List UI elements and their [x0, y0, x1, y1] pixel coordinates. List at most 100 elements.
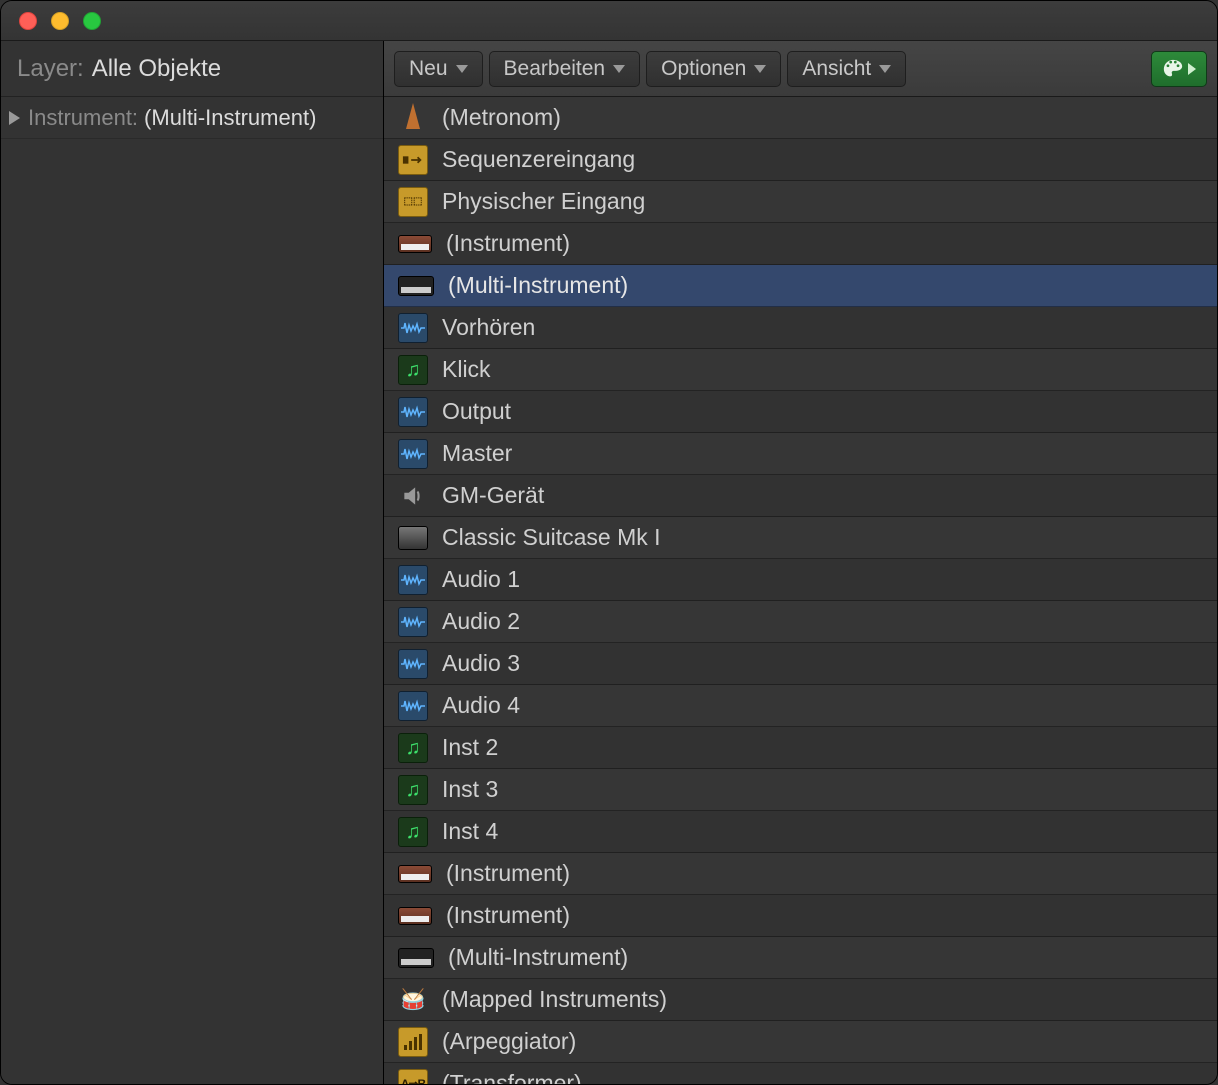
- music-note-icon: ♫: [398, 355, 428, 385]
- list-item[interactable]: (Arpeggiator): [384, 1021, 1217, 1063]
- instrument-value: (Multi-Instrument): [144, 105, 316, 131]
- list-item[interactable]: 🥁 (Mapped Instruments): [384, 979, 1217, 1021]
- list-item[interactable]: ♫ Inst 3: [384, 769, 1217, 811]
- window-traffic-lights: [19, 12, 101, 30]
- chevron-down-icon: [879, 65, 891, 73]
- list-item-label: GM-Gerät: [442, 482, 544, 509]
- list-item[interactable]: Audio 2: [384, 601, 1217, 643]
- list-item-label: (Instrument): [446, 230, 570, 257]
- electric-piano-icon: [398, 526, 428, 550]
- chevron-down-icon: [456, 65, 468, 73]
- list-item[interactable]: Output: [384, 391, 1217, 433]
- chevron-right-icon: [1188, 63, 1196, 75]
- options-menu-button[interactable]: Optionen: [646, 51, 781, 87]
- multi-instrument-icon: [398, 276, 434, 296]
- list-item-label: Klick: [442, 356, 491, 383]
- titlebar: [1, 1, 1217, 41]
- list-item-label: Classic Suitcase Mk I: [442, 524, 661, 551]
- environment-window: Layer: Alle Objekte Instrument: (Multi-I…: [0, 0, 1218, 1085]
- multi-instrument-icon: [398, 948, 434, 968]
- content-area: Layer: Alle Objekte Instrument: (Multi-I…: [1, 41, 1217, 1084]
- list-item-label: Inst 3: [442, 776, 498, 803]
- new-menu-label: Neu: [409, 57, 448, 81]
- list-item-label: (Multi-Instrument): [448, 944, 628, 971]
- audio-waveform-icon: [398, 397, 428, 427]
- inspector-sidebar: Layer: Alle Objekte Instrument: (Multi-I…: [1, 41, 384, 1084]
- view-menu-button[interactable]: Ansicht: [787, 51, 906, 87]
- list-item-label: Inst 2: [442, 734, 498, 761]
- arpeggiator-icon: [398, 1027, 428, 1057]
- keyboard-instrument-icon: [398, 235, 432, 253]
- list-item[interactable]: Classic Suitcase Mk I: [384, 517, 1217, 559]
- audio-waveform-icon: [398, 565, 428, 595]
- list-item-label: (Multi-Instrument): [448, 272, 628, 299]
- color-palette-button[interactable]: [1151, 51, 1207, 87]
- list-item-label: Vorhören: [442, 314, 535, 341]
- list-item[interactable]: (Metronom): [384, 97, 1217, 139]
- list-item-label: (Transformer): [442, 1070, 582, 1084]
- list-item-label: Audio 4: [442, 692, 520, 719]
- list-item[interactable]: GM-Gerät: [384, 475, 1217, 517]
- audio-waveform-icon: [398, 313, 428, 343]
- list-item[interactable]: Audio 4: [384, 685, 1217, 727]
- music-note-icon: ♫: [398, 733, 428, 763]
- instrument-disclosure-row[interactable]: Instrument: (Multi-Instrument): [1, 97, 383, 139]
- list-item-label: Audio 3: [442, 650, 520, 677]
- layer-label: Layer:: [17, 55, 84, 83]
- instrument-label: Instrument:: [28, 105, 138, 131]
- list-item[interactable]: ♫ Klick: [384, 349, 1217, 391]
- edit-menu-label: Bearbeiten: [504, 57, 606, 81]
- list-item[interactable]: ♫ Inst 2: [384, 727, 1217, 769]
- metronome-icon: [398, 103, 428, 133]
- list-item[interactable]: ⬚⬚ Physischer Eingang: [384, 181, 1217, 223]
- chevron-down-icon: [754, 65, 766, 73]
- chevron-down-icon: [613, 65, 625, 73]
- audio-waveform-icon: [398, 439, 428, 469]
- list-item[interactable]: (Instrument): [384, 853, 1217, 895]
- list-item[interactable]: Audio 1: [384, 559, 1217, 601]
- options-menu-label: Optionen: [661, 57, 746, 81]
- list-item-label: (Instrument): [446, 902, 570, 929]
- disclosure-triangle-icon[interactable]: [9, 111, 20, 125]
- palette-icon: [1162, 58, 1184, 80]
- list-item[interactable]: (Instrument): [384, 895, 1217, 937]
- window-minimize-button[interactable]: [51, 12, 69, 30]
- keyboard-instrument-icon: [398, 865, 432, 883]
- list-item-label: Audio 2: [442, 608, 520, 635]
- list-item-label: (Instrument): [446, 860, 570, 887]
- list-item-label: Sequenzereingang: [442, 146, 635, 173]
- audio-waveform-icon: [398, 649, 428, 679]
- object-list[interactable]: (Metronom) Sequenzereingang ⬚⬚ Physischer E…: [384, 97, 1217, 1084]
- window-maximize-button[interactable]: [83, 12, 101, 30]
- list-item[interactable]: Vorhören: [384, 307, 1217, 349]
- edit-menu-button[interactable]: Bearbeiten: [489, 51, 641, 87]
- list-item-label: (Mapped Instruments): [442, 986, 667, 1013]
- speaker-icon: [398, 481, 428, 511]
- audio-waveform-icon: [398, 691, 428, 721]
- list-item[interactable]: (Instrument): [384, 223, 1217, 265]
- list-item[interactable]: Sequenzereingang: [384, 139, 1217, 181]
- physical-input-icon: ⬚⬚: [398, 187, 428, 217]
- music-note-icon: ♫: [398, 817, 428, 847]
- list-item[interactable]: Master: [384, 433, 1217, 475]
- view-menu-label: Ansicht: [802, 57, 871, 81]
- main-panel: Neu Bearbeiten Optionen Ansicht: [384, 41, 1217, 1084]
- sequencer-input-icon: [398, 145, 428, 175]
- transformer-icon: A⇒B: [398, 1069, 428, 1085]
- music-note-icon: ♫: [398, 775, 428, 805]
- list-item[interactable]: (Multi-Instrument): [384, 265, 1217, 307]
- list-item-label: (Metronom): [442, 104, 561, 131]
- toolbar: Neu Bearbeiten Optionen Ansicht: [384, 41, 1217, 97]
- layer-selector[interactable]: Layer: Alle Objekte: [1, 41, 383, 97]
- window-close-button[interactable]: [19, 12, 37, 30]
- drum-kit-icon: 🥁: [398, 985, 428, 1015]
- list-item-label: Physischer Eingang: [442, 188, 645, 215]
- list-item[interactable]: (Multi-Instrument): [384, 937, 1217, 979]
- list-item[interactable]: Audio 3: [384, 643, 1217, 685]
- list-item-label: Audio 1: [442, 566, 520, 593]
- list-item[interactable]: A⇒B (Transformer): [384, 1063, 1217, 1084]
- list-item-label: (Arpeggiator): [442, 1028, 576, 1055]
- audio-waveform-icon: [398, 607, 428, 637]
- new-menu-button[interactable]: Neu: [394, 51, 483, 87]
- list-item[interactable]: ♫Inst 4: [384, 811, 1217, 853]
